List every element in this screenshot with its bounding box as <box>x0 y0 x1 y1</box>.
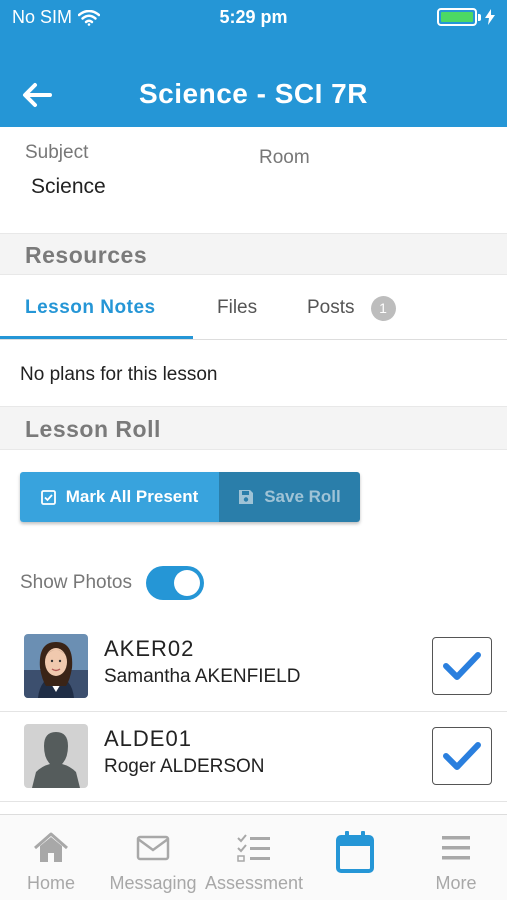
bottom-tab-bar: Home Messaging Assessment More <box>0 814 507 900</box>
student-name: Samantha AKENFIELD <box>104 666 301 687</box>
tab-files[interactable]: Files <box>217 276 257 340</box>
subject-label: Subject <box>25 142 89 163</box>
empty-lesson-notes: No plans for this lesson <box>20 364 218 385</box>
charging-icon <box>485 9 495 25</box>
show-photos-toggle[interactable] <box>145 566 204 600</box>
student-row[interactable]: ALDE01 Roger ALDERSON <box>0 712 507 802</box>
tabbar-item-more[interactable]: More <box>416 815 496 900</box>
calendar-icon <box>336 831 374 873</box>
toggle-knob <box>173 570 200 596</box>
mark-all-present-button[interactable]: Mark All Present <box>20 472 219 522</box>
save-icon <box>239 490 254 504</box>
resources-header: Resources <box>0 233 507 275</box>
attendance-checkbox[interactable] <box>432 637 492 695</box>
active-tab-indicator <box>0 336 193 339</box>
checkbox-icon <box>40 489 56 505</box>
resources-heading: Resources <box>25 242 148 268</box>
battery-icon <box>437 8 477 26</box>
app-header: No SIM 5:29 pm Science - SCI 7R <box>0 0 507 127</box>
tab-lesson-notes[interactable]: Lesson Notes <box>25 276 156 340</box>
lesson-roll-heading: Lesson Roll <box>25 416 161 442</box>
student-photo <box>24 634 88 698</box>
roll-actions: Mark All Present Save Roll <box>20 472 360 522</box>
tabbar-label: Messaging <box>109 873 197 893</box>
class-info: Subject Science Room <box>0 127 507 233</box>
posts-count-badge: 1 <box>370 295 396 321</box>
home-icon <box>34 832 68 862</box>
student-name: Roger ALDERSON <box>104 756 265 777</box>
save-roll-button[interactable]: Save Roll <box>219 472 360 522</box>
placeholder-avatar-icon <box>24 724 88 788</box>
show-photos-row: Show Photos <box>20 563 204 603</box>
tab-label: Lesson Notes <box>25 297 156 318</box>
tabbar-item-messaging[interactable]: Messaging <box>104 815 202 900</box>
page-title: Science - SCI 7R <box>139 78 368 109</box>
menu-icon <box>442 836 470 860</box>
tabbar-label: Assessment <box>204 873 304 893</box>
student-row[interactable]: AKER02 Samantha AKENFIELD <box>0 622 507 712</box>
attendance-checkbox[interactable] <box>432 727 492 785</box>
tabbar-item-calendar[interactable] <box>315 815 395 900</box>
mark-all-present-label: Mark All Present <box>65 487 199 506</box>
checkmark-icon <box>443 652 481 680</box>
show-photos-label: Show Photos <box>20 572 132 593</box>
save-roll-label: Save Roll <box>264 487 341 506</box>
envelope-icon <box>136 835 170 861</box>
tabbar-label: More <box>435 873 477 893</box>
tabbar-label: Home <box>26 873 75 893</box>
student-id: AKER02 <box>104 636 195 661</box>
room-label: Room <box>259 147 310 168</box>
student-id: ALDE01 <box>104 726 192 751</box>
resource-tabs: Lesson Notes Files Posts 1 <box>0 276 507 340</box>
status-bar: No SIM 5:29 pm <box>0 0 507 36</box>
checklist-icon <box>237 834 270 862</box>
battery-indicator <box>437 8 495 26</box>
tabbar-item-home[interactable]: Home <box>10 815 92 900</box>
tab-posts[interactable]: Posts 1 <box>307 276 396 340</box>
lesson-roll-header: Lesson Roll <box>0 406 507 450</box>
status-time: 5:29 pm <box>219 7 288 27</box>
tabbar-item-assessment[interactable]: Assessment <box>202 815 306 900</box>
tab-label: Posts <box>307 297 355 318</box>
tab-label: Files <box>217 297 258 318</box>
subject-value: Science <box>31 175 106 198</box>
checkmark-icon <box>443 742 481 770</box>
